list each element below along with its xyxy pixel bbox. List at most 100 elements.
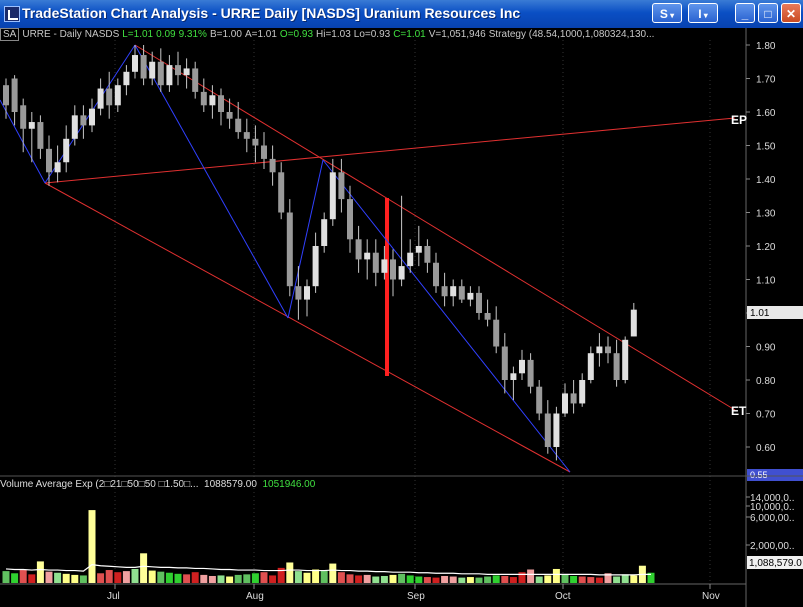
price-tick-label: 0.90 [756,343,776,354]
price-bar-body [605,346,611,354]
volume-bar [294,571,302,583]
volume-bar [423,577,431,583]
volume-indicator-header: Volume Average Exp (2□21□50□50 □1.50□...… [0,479,315,490]
rising-trendline [44,117,736,184]
maximize-icon: □ [764,7,772,21]
volume-bar [312,569,320,583]
price-bar-body [209,95,216,106]
price-bar-body [407,252,414,267]
volume-bar [71,574,79,583]
price-bar-body [484,313,491,320]
volume-bar [355,575,363,583]
symbol-link-i-button[interactable]: I ▾ [688,3,718,23]
price-bar-body [501,346,508,380]
date-axis: Jul Aug Sep Oct Nov [107,584,720,602]
volume-bar [286,562,294,583]
volume-bar [54,572,62,583]
volume-bar [303,572,311,583]
price-bar-body [46,148,52,173]
volume-bar [226,576,234,583]
date-tick-label: Aug [246,591,264,602]
volume-bar [165,572,173,583]
price-bar-body [476,292,482,313]
volume-bar [535,576,543,583]
price-bar-body [20,105,27,129]
maximize-button[interactable]: □ [758,3,778,23]
volume-bar [415,576,423,583]
price-bar-body [364,252,371,260]
volume-bar [243,574,251,583]
price-tick-label: 0.70 [756,410,776,421]
price-bar-body [218,95,224,112]
et-annotation: ET [731,404,747,418]
price-bar-body [424,246,431,263]
price-bar-body [536,386,543,414]
price-bar-body [553,413,560,447]
volume-bar [234,574,242,583]
minimize-icon: _ [741,7,749,21]
symbol-link-s-button[interactable]: S ▾ [652,3,682,23]
price-bar-body [519,359,525,374]
volume-bar [114,572,122,583]
price-bar-body [312,246,319,287]
price-tick-label: 1.60 [756,108,776,119]
volume-bar [217,575,225,583]
price-bar-body [235,118,242,133]
volume-bar [398,573,406,583]
volume-bar [509,577,517,583]
volume-bar [97,573,105,583]
volume-bar [105,570,113,583]
price-bar-body [114,85,121,106]
volume-bar [406,575,414,583]
price-bar-body [97,88,104,109]
volume-tick-label: 10,000,0.. [750,502,794,513]
price-bar-body [398,266,405,280]
ep-annotation: EP [731,113,747,127]
price-bar-body [54,162,61,173]
price-tick-label: 1.50 [756,142,776,153]
price-bar-body [415,246,422,253]
price-bar-body [329,172,336,220]
price-bar-body [587,353,594,380]
minimize-button[interactable]: _ [735,3,755,23]
price-bar-body [80,115,87,126]
price-tick-label: 1.30 [756,209,776,220]
close-button[interactable]: ✕ [781,3,801,23]
volume-bar [320,570,328,583]
price-bar-body [192,68,199,92]
volume-bar [174,573,182,583]
zigzag-wave-lines [0,44,571,473]
price-bar-body [562,393,568,414]
volume-tick-label: 6,000,00.. [750,513,794,524]
date-tick-label: Nov [702,591,720,602]
volume-bar [19,569,27,583]
volume-indicator-name[interactable]: Volume Average Exp (2□21□50□50 □1.50□... [0,479,198,490]
volume-value-2: 1051946.00 [262,479,316,490]
volume-bar [200,574,208,583]
channel-upper-trendline [134,44,736,411]
volume-bar [140,553,148,583]
channel-lower-trendline [44,182,571,473]
price-tick-label: 1.80 [756,41,776,52]
volume-bar [595,577,603,583]
price-bar-body [372,252,379,273]
volume-bar [552,568,560,583]
volume-bar [346,574,354,583]
price-chart[interactable]: 1.801.701.601.501.401.301.201.101.000.90… [0,28,803,607]
volume-bar [449,576,457,583]
price-bar-body [200,91,207,106]
price-bar-body [123,71,130,86]
price-bar-body [226,112,233,119]
trendlines[interactable] [44,44,736,473]
price-bar-body [149,61,156,79]
price-bar-body [140,55,147,79]
price-bar-body [166,65,173,86]
volume-bar [337,572,345,583]
zigzag-segment [322,159,571,473]
date-tick-label: Sep [407,591,425,602]
price-bar-body [441,286,448,297]
price-tick-label: 1.20 [756,242,776,253]
price-tick-label: 0.60 [756,443,776,454]
price-bar-body [28,122,35,129]
price-bar-body [321,219,328,246]
